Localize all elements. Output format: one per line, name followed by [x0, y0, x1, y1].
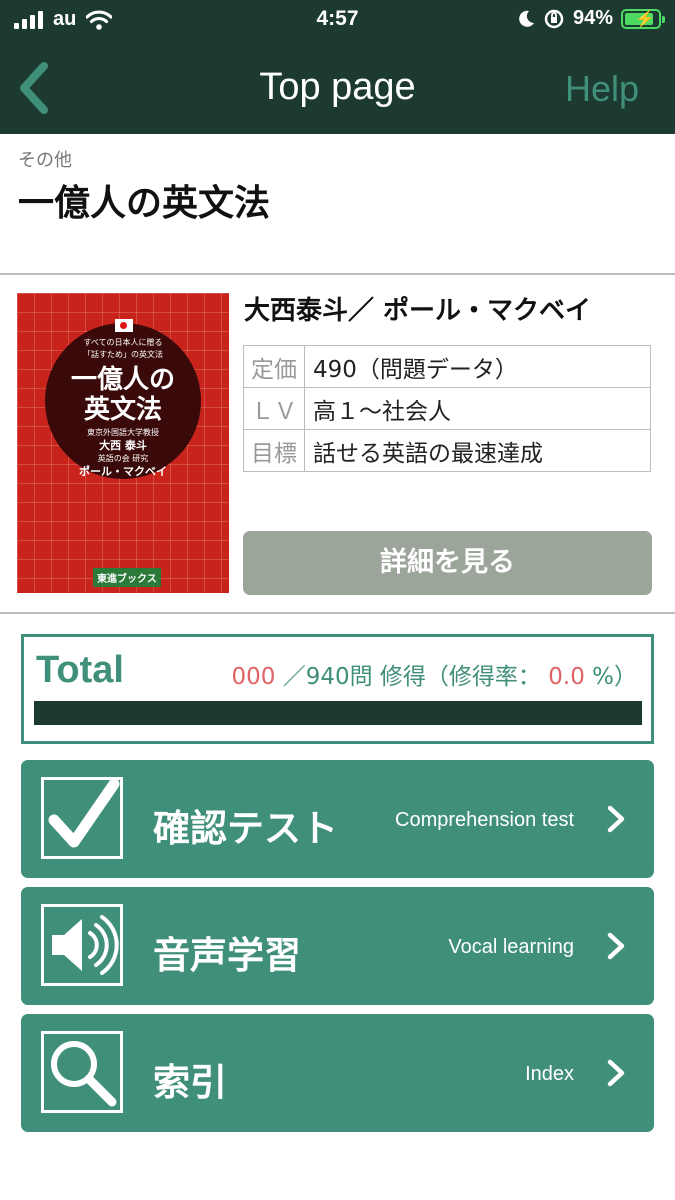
flag-icon — [115, 319, 133, 332]
mastery-rate: 0.0 — [548, 664, 585, 690]
help-button[interactable]: Help — [565, 68, 639, 110]
book-cover: すべての日本人に贈る 「話すため」の英文法 一億人の 英文法 東京外国語大学教授… — [17, 293, 229, 593]
progress-bar — [34, 701, 642, 725]
publisher-logo: 東進ブックス — [93, 568, 161, 587]
checkbox-icon — [41, 777, 123, 859]
menu-sublabel: Vocal learning — [448, 936, 574, 958]
navigation-bar: au 4:57 94% ⚡ Top page Help — [0, 0, 675, 134]
battery-percent: 94% — [572, 7, 613, 29]
book-authors: 大西泰斗／ ポール・マクベイ — [244, 296, 592, 326]
comprehension-test-button[interactable]: 確認テスト Comprehension test — [21, 760, 654, 878]
menu-label: 確認テスト — [153, 807, 338, 850]
menu-label: 音声学習 — [153, 934, 301, 977]
magnifier-icon — [41, 1031, 123, 1113]
total-stats: 000 ／940問 修得（修得率： 0.0 %） — [232, 657, 638, 691]
menu-label: 索引 — [153, 1061, 227, 1104]
info-row-price: 定価 490（問題データ） — [243, 345, 651, 388]
divider — [0, 612, 675, 614]
chevron-right-icon — [607, 805, 625, 833]
chevron-right-icon — [607, 932, 625, 960]
total-label: Total — [36, 649, 124, 691]
menu-sublabel: Index — [525, 1063, 574, 1085]
divider — [0, 273, 675, 275]
book-title: 一億人の英文法 — [18, 183, 271, 224]
speaker-icon — [41, 904, 123, 986]
orientation-lock-icon — [544, 9, 564, 28]
book-category: その他 — [18, 150, 72, 171]
rate-suffix: %） — [592, 664, 637, 690]
mastered-count: 000 — [231, 664, 276, 690]
status-bar: au 4:57 94% ⚡ — [0, 0, 675, 40]
index-button[interactable]: 索引 Index — [21, 1014, 654, 1132]
info-row-level: ＬＶ 高１～社会人 — [243, 387, 651, 430]
view-details-button[interactable]: 詳細を見る — [243, 531, 652, 595]
chevron-right-icon — [607, 1059, 625, 1087]
total-count-text: ／940問 修得（修得率： — [282, 664, 541, 690]
info-row-goal: 目標 話せる英語の最速達成 — [243, 429, 651, 472]
vocal-learning-button[interactable]: 音声学習 Vocal learning — [21, 887, 654, 1005]
menu-sublabel: Comprehension test — [395, 809, 574, 831]
total-progress-panel: Total 000 ／940問 修得（修得率： 0.0 %） — [21, 634, 654, 744]
battery-icon: ⚡ — [621, 8, 665, 29]
book-info-table: 定価 490（問題データ） ＬＶ 高１～社会人 目標 話せる英語の最速達成 — [243, 345, 651, 472]
moon-icon — [519, 10, 534, 27]
